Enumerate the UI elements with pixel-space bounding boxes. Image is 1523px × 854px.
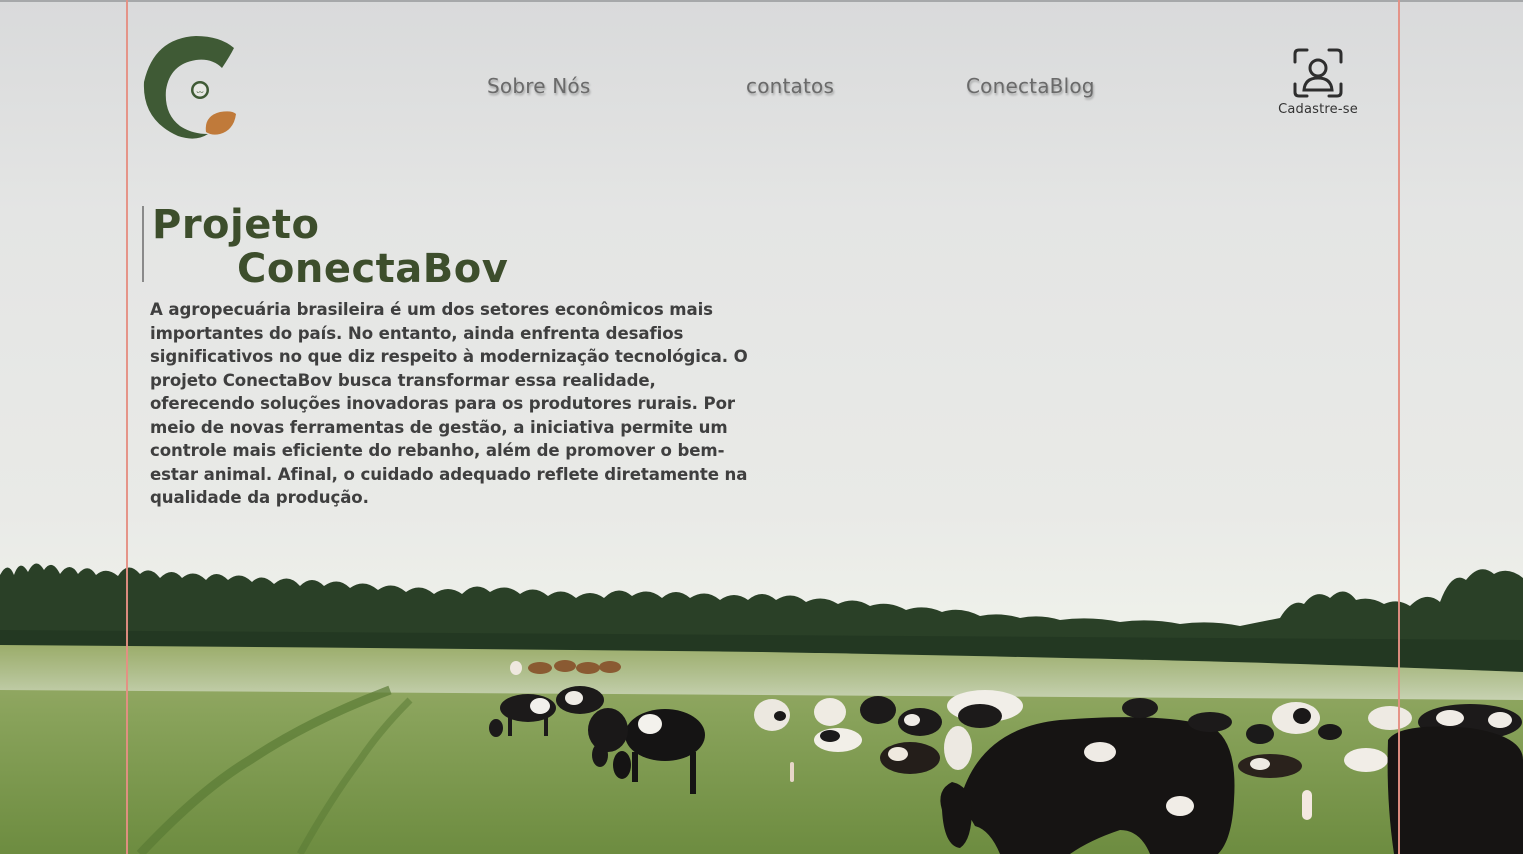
intro-paragraph: A agropecuária brasileira é um dos setor… bbox=[150, 300, 748, 507]
page: ᴗᴗ Sobre Nós contatos ConectaBlog Cadast… bbox=[0, 0, 1523, 854]
signup-button[interactable]: Cadastre-se bbox=[1262, 46, 1374, 126]
conectabov-logo[interactable]: ᴗᴗ bbox=[140, 34, 240, 140]
layout-guide-left bbox=[126, 0, 128, 854]
signup-label: Cadastre-se bbox=[1278, 102, 1358, 117]
svg-text:ᴗᴗ: ᴗᴗ bbox=[196, 88, 204, 95]
nav-conectablog[interactable]: ConectaBlog bbox=[966, 74, 1095, 98]
nav-sobre-nos[interactable]: Sobre Nós bbox=[487, 74, 591, 98]
user-scan-icon bbox=[1293, 48, 1343, 98]
nav-contatos[interactable]: contatos bbox=[746, 74, 834, 98]
title-accent-bar bbox=[142, 206, 144, 282]
page-title-line1: Projeto bbox=[152, 202, 320, 248]
layout-guide-right bbox=[1398, 0, 1400, 854]
page-title-line2: ConectaBov bbox=[237, 246, 509, 292]
